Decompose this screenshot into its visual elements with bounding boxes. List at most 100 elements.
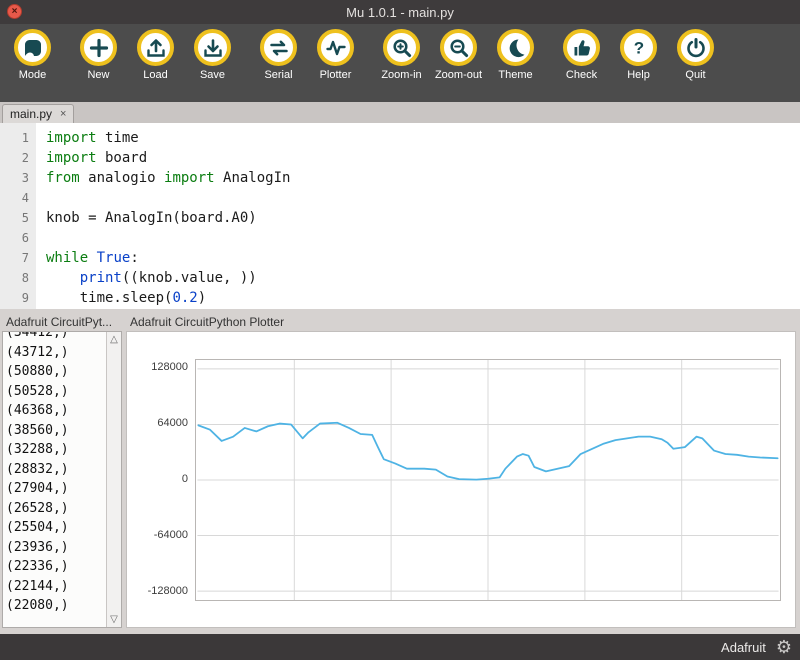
toolbar-button-label: Check	[566, 69, 597, 81]
serial-line: (34412,)	[6, 331, 106, 343]
serial-pane: Adafruit CircuitPyt... (34412,)(43712,)(…	[2, 311, 122, 628]
toolbar-button-quit[interactable]: Quit	[667, 29, 724, 81]
toolbar-button-label: Zoom-in	[381, 69, 421, 81]
line-number: 3	[0, 168, 29, 188]
serial-line: (22080,)	[6, 596, 106, 616]
serial-line: (50528,)	[6, 382, 106, 402]
scroll-down-icon[interactable]: ▽	[110, 614, 118, 625]
svg-text:?: ?	[633, 38, 643, 57]
window-title: Mu 1.0.1 - main.py	[0, 5, 800, 20]
toolbar-button-label: Mode	[19, 69, 47, 81]
serial-line: (26528,)	[6, 499, 106, 519]
window-close-button[interactable]: ×	[7, 4, 22, 19]
serial-line: (22144,)	[6, 577, 106, 597]
code-line: from analogio import AnalogIn	[46, 168, 290, 188]
plotter-chart: 128000 64000 0 -64000 -128000	[141, 359, 781, 601]
serial-output: (34412,)(43712,)(50880,)(50528,)(46368,)…	[3, 331, 106, 627]
mode-icon	[14, 29, 51, 66]
toolbar-button-zoom-out[interactable]: Zoom-out	[430, 29, 487, 81]
plotter-icon	[317, 29, 354, 66]
check-icon	[563, 29, 600, 66]
zoom-in-icon	[383, 29, 420, 66]
serial-line: (23936,)	[6, 538, 106, 558]
status-bar: Adafruit ⚙	[0, 634, 800, 660]
code-line: import board	[46, 148, 290, 168]
toolbar-button-theme[interactable]: Theme	[487, 29, 544, 81]
mu-window: × Mu 1.0.1 - main.py Mode New Load Save Seri…	[0, 0, 800, 660]
line-number: 7	[0, 248, 29, 268]
toolbar-button-label: Serial	[264, 69, 292, 81]
zoom-out-icon	[440, 29, 477, 66]
toolbar-button-zoom-in[interactable]: Zoom-in	[373, 29, 430, 81]
tab-bar: main.py ×	[0, 102, 800, 123]
serial-scrollbar[interactable]: △ ▽	[106, 332, 121, 627]
editor-code[interactable]: import timeimport boardfrom analogio imp…	[36, 123, 290, 309]
toolbar-button-label: Plotter	[320, 69, 352, 81]
toolbar-button-help[interactable]: ?Help	[610, 29, 667, 81]
save-icon	[194, 29, 231, 66]
toolbar-button-new[interactable]: New	[70, 29, 127, 81]
line-number: 1	[0, 128, 29, 148]
line-number: 8	[0, 268, 29, 288]
load-icon	[137, 29, 174, 66]
code-line	[46, 228, 290, 248]
toolbar-button-label: Theme	[498, 69, 532, 81]
toolbar-button-mode[interactable]: Mode	[4, 29, 61, 81]
toolbar-button-serial[interactable]: Serial	[250, 29, 307, 81]
y-axis-tick-label: 0	[182, 473, 188, 485]
settings-gear-icon[interactable]: ⚙	[776, 638, 792, 656]
line-number: 2	[0, 148, 29, 168]
tab-label: main.py	[10, 107, 52, 121]
code-line: import time	[46, 128, 290, 148]
toolbar-button-save[interactable]: Save	[184, 29, 241, 81]
code-line	[46, 188, 290, 208]
toolbar-button-plotter[interactable]: Plotter	[307, 29, 364, 81]
serial-line: (43712,)	[6, 343, 106, 363]
toolbar-button-check[interactable]: Check	[553, 29, 610, 81]
tab-close-icon[interactable]: ×	[60, 109, 66, 120]
serial-icon	[260, 29, 297, 66]
toolbar-button-label: Quit	[685, 69, 705, 81]
quit-icon	[677, 29, 714, 66]
code-line: time.sleep(0.2)	[46, 288, 290, 308]
bottom-panes: Adafruit CircuitPyt... (34412,)(43712,)(…	[0, 309, 800, 634]
status-text: Adafruit	[721, 640, 766, 655]
chart-plot	[195, 359, 781, 601]
toolbar-button-label: Load	[143, 69, 167, 81]
serial-line: (32288,)	[6, 440, 106, 460]
code-line: while True:	[46, 248, 290, 268]
serial-line: (46368,)	[6, 401, 106, 421]
y-axis-tick-label: 128000	[151, 361, 188, 373]
theme-icon	[497, 29, 534, 66]
titlebar: × Mu 1.0.1 - main.py	[0, 0, 800, 24]
editor-gutter: 123456789	[0, 123, 36, 309]
serial-line: (22336,)	[6, 557, 106, 577]
serial-pane-title: Adafruit CircuitPyt...	[2, 311, 122, 331]
serial-line: (28832,)	[6, 460, 106, 480]
serial-console[interactable]: (34412,)(43712,)(50880,)(50528,)(46368,)…	[2, 331, 122, 628]
code-line: knob = AnalogIn(board.A0)	[46, 208, 290, 228]
chart-y-labels: 128000 64000 0 -64000 -128000	[141, 359, 195, 601]
line-number: 4	[0, 188, 29, 208]
line-number: 9	[0, 288, 29, 308]
code-editor[interactable]: 123456789 import timeimport boardfrom an…	[0, 123, 800, 309]
serial-line: (27904,)	[6, 479, 106, 499]
serial-line: (25504,)	[6, 518, 106, 538]
y-axis-tick-label: -128000	[148, 585, 188, 597]
tab-main-py[interactable]: main.py ×	[2, 104, 74, 123]
toolbar-button-label: New	[87, 69, 109, 81]
plotter-body: 128000 64000 0 -64000 -128000	[126, 331, 796, 628]
toolbar-button-label: Save	[200, 69, 225, 81]
plotter-pane-title: Adafruit CircuitPython Plotter	[126, 311, 796, 331]
serial-line: (38560,)	[6, 421, 106, 441]
code-line: print((knob.value, ))	[46, 268, 290, 288]
toolbar-button-load[interactable]: Load	[127, 29, 184, 81]
plotter-pane: Adafruit CircuitPython Plotter 128000 640…	[126, 311, 796, 628]
y-axis-tick-label: -64000	[154, 529, 188, 541]
serial-line: (50880,)	[6, 362, 106, 382]
y-axis-tick-label: 64000	[157, 417, 188, 429]
line-number: 5	[0, 208, 29, 228]
scroll-up-icon[interactable]: △	[110, 334, 118, 345]
new-icon	[80, 29, 117, 66]
line-number: 6	[0, 228, 29, 248]
